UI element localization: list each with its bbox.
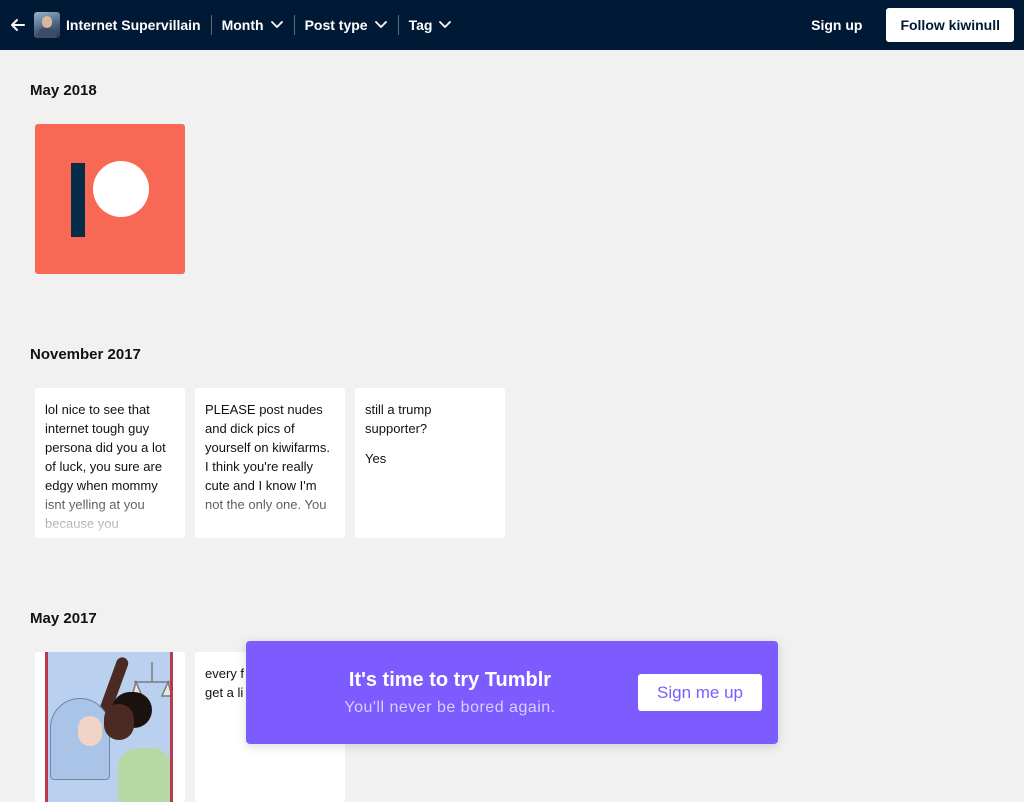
filter-tag-label: Tag xyxy=(408,17,433,33)
promo-title: It's time to try Tumblr xyxy=(348,669,552,691)
sign-me-up-button[interactable]: Sign me up xyxy=(638,674,762,711)
top-navigation-bar: Internet Supervillain Month Post type Ta… xyxy=(0,0,1024,50)
filter-month-label: Month xyxy=(221,17,264,33)
answer-text: Yes xyxy=(365,451,387,466)
post-tile-text[interactable]: PLEASE post nudes and dick pics of yours… xyxy=(195,388,345,538)
question-text: still a trump supporter? xyxy=(365,402,432,436)
signup-promo-banner: It's time to try Tumblr You'll never be … xyxy=(246,641,778,744)
section-title-may-2017: May 2017 xyxy=(30,610,97,627)
blog-name[interactable]: Internet Supervillain xyxy=(66,17,201,33)
back-arrow-icon[interactable] xyxy=(8,16,26,34)
blog-avatar[interactable] xyxy=(34,12,60,38)
filter-tag-dropdown[interactable]: Tag xyxy=(409,17,453,33)
divider xyxy=(210,15,212,35)
section-title-november-2017: November 2017 xyxy=(30,346,141,363)
filter-post-type-dropdown[interactable]: Post type xyxy=(305,17,388,33)
illustration-artwork-icon xyxy=(45,652,173,802)
chevron-down-icon xyxy=(270,21,283,29)
divider xyxy=(293,15,295,35)
post-tile-question[interactable]: still a trump supporter? Yes xyxy=(355,388,505,538)
post-tile-illustration[interactable] xyxy=(35,652,185,802)
filter-month-dropdown[interactable]: Month xyxy=(222,17,284,33)
sign-up-link[interactable]: Sign up xyxy=(811,17,862,33)
promo-subtitle: You'll never be bored again. xyxy=(344,699,556,716)
section-title-may-2018: May 2018 xyxy=(30,82,97,99)
chevron-down-icon xyxy=(439,21,452,29)
follow-button[interactable]: Follow kiwinull xyxy=(886,8,1014,42)
filter-post-type-label: Post type xyxy=(304,17,368,33)
chevron-down-icon xyxy=(374,21,387,29)
post-tile-patreon[interactable] xyxy=(35,124,185,274)
post-tile-text[interactable]: lol nice to see that internet tough guy … xyxy=(35,388,185,538)
divider xyxy=(397,15,399,35)
